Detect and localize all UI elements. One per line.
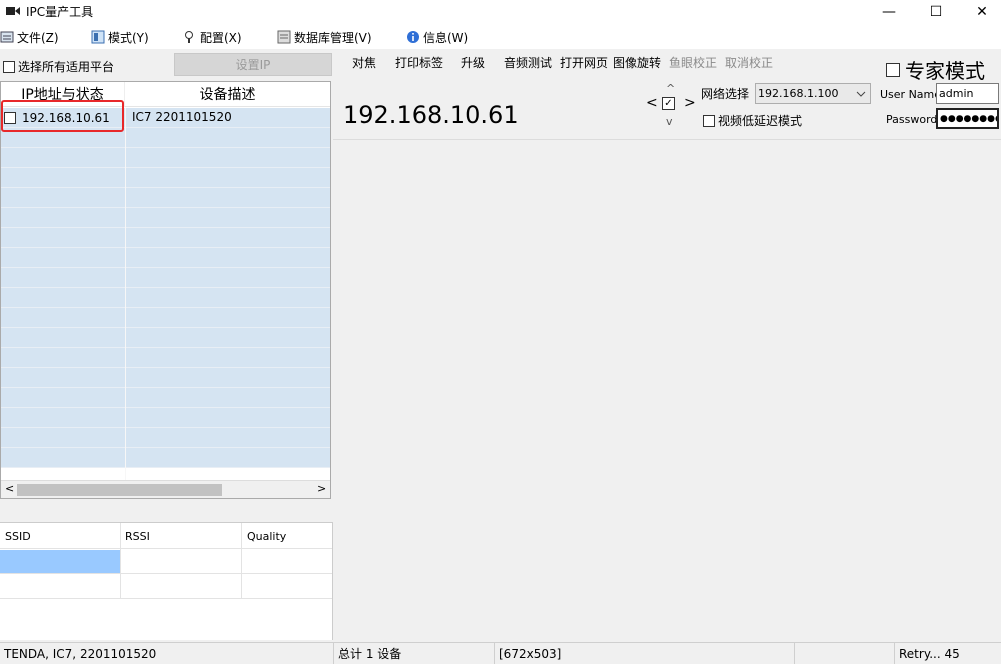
table-row[interactable] <box>1 348 330 368</box>
network-select[interactable]: 192.168.1.100 <box>755 83 871 104</box>
window-title: IPC量产工具 <box>26 5 94 19</box>
nav-center-checkbox[interactable]: ✓ <box>662 97 675 110</box>
nav-right-icon[interactable]: > <box>684 95 696 111</box>
checkbox-icon <box>703 114 715 127</box>
camera-icon <box>6 7 20 15</box>
wifi-row-line <box>0 598 332 599</box>
focus-button[interactable]: 对焦 <box>352 54 376 71</box>
close-button[interactable]: ✕ <box>959 0 1001 24</box>
title-bar: IPC量产工具 — ☐ ✕ <box>0 0 1001 25</box>
table-row[interactable] <box>1 308 330 328</box>
expert-mode-label: 专家模式 <box>905 59 985 83</box>
status-resolution: [672x503] <box>495 643 795 664</box>
database-icon <box>277 30 291 44</box>
table-row[interactable] <box>1 248 330 268</box>
status-retry: Retry... 45 <box>899 646 960 661</box>
nav-up-icon[interactable]: ^ <box>666 82 675 95</box>
table-row[interactable] <box>1 228 330 248</box>
menu-mode[interactable]: 模式(Y) <box>91 27 149 47</box>
menu-mode-label: 模式(Y) <box>108 30 149 45</box>
username-value: admin <box>939 87 974 100</box>
wifi-header: SSID RSSI Quality <box>0 523 332 549</box>
table-row[interactable] <box>1 148 330 168</box>
image-rotate-button[interactable]: 图像旋转 <box>613 54 661 71</box>
menu-database[interactable]: 数据库管理(V) <box>277 27 372 47</box>
info-icon <box>407 31 419 43</box>
device-desc: IC7 2201101520 <box>132 110 232 124</box>
status-empty <box>795 643 895 664</box>
scroll-left-icon[interactable]: < <box>5 482 14 495</box>
username-input[interactable]: admin <box>936 83 999 104</box>
menu-info[interactable]: 信息(W) <box>406 27 468 47</box>
password-label: Password <box>886 113 938 126</box>
network-label: 网络选择 <box>701 87 750 101</box>
print-label-button[interactable]: 打印标签 <box>395 54 443 71</box>
network-select-value: 192.168.1.100 <box>758 87 839 100</box>
menu-database-label: 数据库管理(V) <box>294 30 372 45</box>
menu-bar: 文件(Z) 模式(Y) 配置(X) 数据库管理(V) 信息(W) <box>0 25 1001 49</box>
chevron-down-icon <box>856 91 866 97</box>
minimize-button[interactable]: — <box>866 0 912 24</box>
scroll-right-icon[interactable]: > <box>317 482 326 495</box>
horizontal-scrollbar[interactable]: < > <box>1 480 330 498</box>
audio-test-button[interactable]: 音频测试 <box>504 54 552 71</box>
wifi-divider <box>120 523 121 599</box>
wifi-row-line <box>0 573 332 574</box>
password-input[interactable]: ●●●●●●●●● <box>936 108 999 129</box>
low-latency-checkbox[interactable]: 视频低延迟模式 <box>703 112 802 129</box>
status-device-info: TENDA, IC7, 2201101520 <box>0 643 334 664</box>
password-value: ●●●●●●●●● <box>940 113 997 124</box>
table-row[interactable] <box>1 428 330 448</box>
column-header-desc[interactable]: 设备描述 <box>125 82 330 107</box>
menu-file[interactable]: 文件(Z) <box>0 27 59 47</box>
table-row[interactable] <box>1 188 330 208</box>
username-label: User Name <box>880 88 942 101</box>
menu-file-label: 文件(Z) <box>17 30 59 45</box>
maximize-button[interactable]: ☐ <box>913 0 959 24</box>
table-row[interactable] <box>1 168 330 188</box>
wifi-col-quality[interactable]: Quality <box>247 530 286 543</box>
low-latency-label: 视频低延迟模式 <box>718 114 803 128</box>
nav-down-icon[interactable]: v <box>666 115 673 128</box>
set-ip-button[interactable]: 设置IP <box>174 53 332 76</box>
table-row[interactable] <box>1 408 330 428</box>
expert-mode-checkbox[interactable]: 专家模式 <box>886 55 985 84</box>
cancel-correction-button[interactable]: 取消校正 <box>725 54 773 71</box>
file-icon <box>0 31 14 43</box>
selection-highlight <box>1 100 124 132</box>
current-ip: 192.168.10.61 <box>343 101 519 129</box>
device-rows: 192.168.10.61 IC7 2201101520 <box>1 108 330 482</box>
nav-left-icon[interactable]: < <box>646 95 658 111</box>
video-panel <box>333 139 1001 641</box>
wifi-selected-cell[interactable] <box>0 550 120 573</box>
column-divider <box>125 108 126 482</box>
config-icon <box>185 31 193 43</box>
table-row[interactable] <box>1 388 330 408</box>
wifi-table: SSID RSSI Quality <box>0 522 333 640</box>
mode-icon <box>91 30 105 44</box>
device-table: IP地址与状态 设备描述 192.168.10.61 IC7 220110152… <box>0 81 331 499</box>
status-bar: TENDA, IC7, 2201101520 总计 1 设备 [672x503]… <box>0 642 1001 664</box>
table-row[interactable] <box>1 328 330 348</box>
status-total: 总计 1 设备 <box>334 643 495 664</box>
wifi-col-rssi[interactable]: RSSI <box>125 530 150 543</box>
upgrade-button[interactable]: 升级 <box>461 54 485 71</box>
open-webpage-button[interactable]: 打开网页 <box>560 54 608 71</box>
menu-config-label: 配置(X) <box>200 30 242 45</box>
fisheye-correction-button[interactable]: 鱼眼校正 <box>669 54 717 71</box>
table-row[interactable] <box>1 208 330 228</box>
wifi-divider <box>241 523 242 599</box>
wifi-col-ssid[interactable]: SSID <box>5 530 31 543</box>
checkbox-icon <box>3 60 15 73</box>
menu-config[interactable]: 配置(X) <box>183 27 242 47</box>
checkbox-icon <box>886 62 900 77</box>
select-all-label: 选择所有适用平台 <box>18 60 115 74</box>
table-row[interactable] <box>1 288 330 308</box>
scrollbar-thumb[interactable] <box>17 484 222 496</box>
menu-info-label: 信息(W) <box>423 30 469 45</box>
table-row[interactable] <box>1 268 330 288</box>
table-row[interactable] <box>1 448 330 468</box>
select-all-checkbox[interactable]: 选择所有适用平台 <box>3 58 114 75</box>
table-row[interactable] <box>1 368 330 388</box>
